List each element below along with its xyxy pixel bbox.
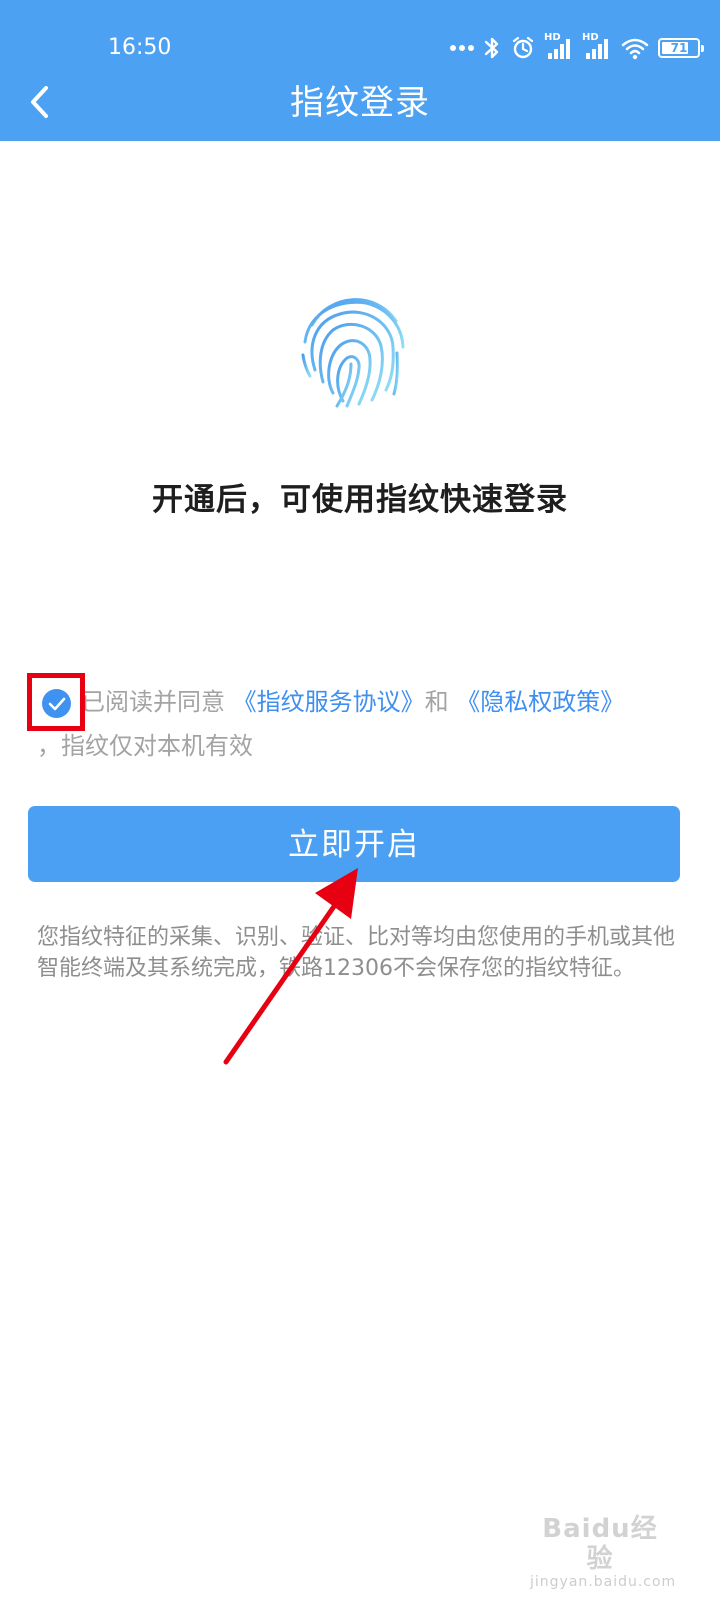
signal-strength-1: HD [544,33,574,62]
agreement-suffix: ，指纹仅对本机有效 [37,732,253,760]
signal-strength-2: HD [582,33,612,62]
app-header: 16:50 HD HD 71 指纹登录 [0,0,720,141]
red-arrow-icon [223,868,358,1065]
privacy-disclaimer: 您指纹特征的采集、识别、验证、比对等均由您使用的手机或其他智能终端及其系统完成，… [37,925,676,981]
agreement-middle: 和 [424,688,449,716]
alarm-icon [512,36,534,59]
fingerprint-icon [301,298,405,408]
agreement-prefix: 已阅读并同意 [81,688,225,716]
signal-bars-icon [548,39,570,59]
battery-level: 71 [670,41,688,55]
page-title: 指纹登录 [290,83,430,123]
annotation-highlight-box [27,673,85,731]
more-dots-icon [450,45,474,51]
status-time: 16:50 [108,35,172,60]
privacy-policy-link[interactable]: 《隐私权政策》 [456,688,624,716]
bluetooth-icon [484,37,499,59]
enable-fingerprint-button[interactable]: 立即开启 [28,806,680,882]
watermark-sub: jingyan.baidu.com [530,1574,677,1590]
signal-bars-icon [586,39,608,59]
watermark-main: Baidu经验 [542,1514,658,1574]
battery-icon: 71 [658,38,704,58]
wifi-icon [621,38,649,60]
fingerprint-login-screen: 16:50 HD HD 71 指纹登录 开通后，可使用指纹快速登录 已阅读并同意… [0,0,720,1600]
baidu-jingyan-watermark: Baidu经验 jingyan.baidu.com [530,1514,675,1590]
fingerprint-service-agreement-link[interactable]: 《指纹服务协议》 [233,688,425,716]
headline: 开通后，可使用指纹快速登录 [152,482,568,518]
status-icons: HD HD 71 [450,32,704,64]
agreement-text: 已阅读并同意 《指纹服务协议》和 《隐私权政策》 ，指纹仅对本机有效 [37,680,687,768]
